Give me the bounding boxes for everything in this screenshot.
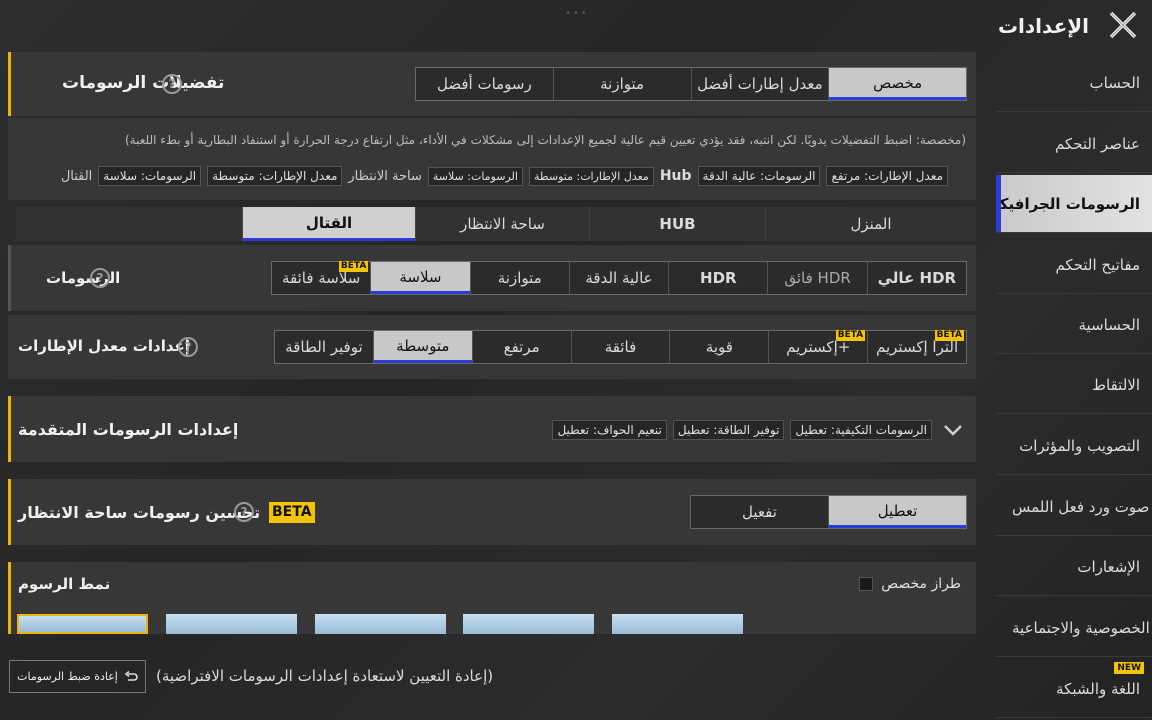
advanced-tag: الرسومات التكيفية: تعطيل xyxy=(790,420,932,440)
summary-combat-graphics: الرسومات: سلاسة xyxy=(98,166,202,186)
beta-badge: BETA xyxy=(934,330,964,341)
beta-badge: BETA xyxy=(269,502,315,523)
fps-option-ultra[interactable]: فائقة xyxy=(570,331,670,363)
sidebar-item-label: التصويب والمؤثرات xyxy=(1019,436,1140,455)
quality-option-hdr-ultra[interactable]: فائق HDR xyxy=(767,262,867,294)
tab-home[interactable]: المنزل xyxy=(765,207,976,241)
sidebar-item-label: مفاتيح التحكم xyxy=(1055,255,1140,274)
frame-rate-label: إعدادات معدل الإطارات xyxy=(18,337,190,355)
lobby-enhance-toggle: تعطيل تفعيل xyxy=(690,495,967,529)
custom-style-toggle[interactable]: طراز مخصص xyxy=(859,576,961,592)
help-icon[interactable]: ? xyxy=(90,268,110,288)
sidebar: الحساب عناصر التحكم الرسومات الجرافيكية … xyxy=(996,54,1152,720)
quality-option-extra-smooth[interactable]: BETA سلاسة فائقة xyxy=(272,261,371,294)
summary-lobby-fps: معدل الإطارات: متوسطة xyxy=(528,166,654,186)
summary-combat-fps: معدل الإطارات: متوسطة xyxy=(207,166,343,186)
custom-style-label: طراز مخصص xyxy=(881,576,961,592)
reset-graphics-button[interactable]: إعادة ضبط الرسومات xyxy=(9,660,146,693)
mode-tabs: المنزل HUB ساحة الانتظار القتال xyxy=(16,207,976,241)
style-thumbnail[interactable] xyxy=(315,614,446,634)
sidebar-item-label: الإشعارات xyxy=(1077,557,1140,576)
sidebar-item-label: الحساب xyxy=(1089,73,1141,92)
chevron-down-icon xyxy=(944,425,962,436)
style-thumbnail[interactable] xyxy=(612,614,743,634)
sidebar-item-language-network[interactable]: NEW اللغة والشبكة xyxy=(996,660,1152,718)
style-thumbnail[interactable] xyxy=(463,614,594,634)
graphics-style-title: نمط الرسوم xyxy=(18,575,111,593)
sidebar-item-sensitivity[interactable]: الحساسية xyxy=(996,296,1152,354)
summary-hub-graphics: الرسومات: عالية الدقة xyxy=(697,166,821,186)
close-icon xyxy=(1109,11,1137,39)
fps-option-high[interactable]: مرتفع xyxy=(471,331,571,363)
undo-icon xyxy=(124,670,138,681)
custom-note: (مخصصة: اضبط التفضيلات يدويًا. لكن انتبه… xyxy=(124,133,966,147)
sidebar-item-pickup[interactable]: الالتقاط xyxy=(996,356,1152,414)
preset-summary: معدل الإطارات: مرتفع الرسومات: عالية الد… xyxy=(16,164,948,188)
drag-handle[interactable]: ••• xyxy=(565,8,589,19)
tab-combat[interactable]: القتال xyxy=(242,207,415,241)
beta-badge: BETA xyxy=(835,330,866,341)
reset-note: (إعادة التعيين لاستعادة إعدادات الرسومات… xyxy=(156,667,494,685)
lobby-enhance-on[interactable]: تفعيل xyxy=(691,496,828,528)
sidebar-item-notifications[interactable]: الإشعارات xyxy=(996,538,1152,596)
sidebar-item-account[interactable]: الحساب xyxy=(996,54,1152,112)
summary-hub-fps: معدل الإطارات: مرتفع xyxy=(826,166,948,186)
graphics-preference-selector: مخصص معدل إطارات أفضل متوازنة رسومات أفض… xyxy=(415,67,967,101)
pref-option-balanced[interactable]: متوازنة xyxy=(552,68,691,100)
sidebar-item-controls[interactable]: عناصر التحكم xyxy=(996,115,1152,173)
summary-combat-label: القتال xyxy=(60,168,93,184)
help-icon[interactable]: ? xyxy=(234,502,254,522)
summary-hub-label: Hub xyxy=(659,168,692,184)
fps-option-ultra-extreme[interactable]: BETA ألترا إكستريم xyxy=(867,330,966,363)
sidebar-item-label: الحساسية xyxy=(1078,315,1140,334)
advanced-graphics-title: إعدادات الرسومات المتقدمة xyxy=(18,420,239,439)
lobby-enhance-title: تحسين رسومات ساحة الانتظار xyxy=(18,503,261,522)
reset-label: إعادة ضبط الرسومات xyxy=(17,670,118,683)
fps-option-strong[interactable]: قوية xyxy=(669,331,769,363)
pref-option-custom[interactable]: مخصص xyxy=(828,68,966,100)
sidebar-item-graphics[interactable]: الرسومات الجرافيكية xyxy=(996,175,1152,233)
fps-option-power-saving[interactable]: توفير الطاقة xyxy=(274,331,373,363)
help-icon[interactable]: ? xyxy=(178,337,198,357)
close-button[interactable] xyxy=(1106,8,1140,42)
sidebar-item-label: اللغة والشبكة xyxy=(1056,679,1140,698)
lobby-enhance-off[interactable]: تعطيل xyxy=(828,496,966,528)
fps-option-medium[interactable]: متوسطة xyxy=(372,331,472,363)
sidebar-item-label: الخصوصية والاجتماعية xyxy=(1012,618,1150,637)
pref-option-better-graphics[interactable]: رسومات أفضل xyxy=(416,68,553,100)
advanced-summary-tags: الرسومات التكيفية: تعطيل توفير الطاقة: ت… xyxy=(520,418,932,442)
sidebar-item-label: الرسومات الجرافيكية xyxy=(996,194,1140,213)
summary-lobby-label: ساحة الانتظار xyxy=(348,168,422,184)
graphics-quality-selector: عالي HDR فائق HDR HDR عالية الدقة متوازن… xyxy=(271,261,967,295)
sidebar-item-aim-effects[interactable]: التصويب والمؤثرات xyxy=(996,417,1152,475)
frame-rate-selector: BETA ألترا إكستريم BETA إكستريم+ قوية فا… xyxy=(274,330,967,364)
sidebar-item-label: صوت ورد فعل اللمس xyxy=(1012,497,1150,516)
expand-button[interactable] xyxy=(942,420,964,440)
style-thumbnail[interactable] xyxy=(166,614,297,634)
quality-option-balanced[interactable]: متوازنة xyxy=(469,262,569,294)
graphics-preferences-title: تفضيلات الرسومات xyxy=(62,73,225,93)
sidebar-item-label: عناصر التحكم xyxy=(1054,134,1140,153)
quality-option-hdr[interactable]: HDR xyxy=(668,262,768,294)
quality-option-hd[interactable]: عالية الدقة xyxy=(568,262,669,294)
tab-lobby[interactable]: ساحة الانتظار xyxy=(415,207,589,241)
beta-badge: BETA xyxy=(338,261,369,272)
fps-option-extreme-plus[interactable]: BETA إكستريم+ xyxy=(768,330,868,363)
quality-option-hdr-high[interactable]: عالي HDR xyxy=(866,262,966,294)
tab-hub[interactable]: HUB xyxy=(589,207,765,241)
page-title: الإعدادات xyxy=(997,14,1089,38)
help-icon[interactable]: ? xyxy=(162,74,182,94)
pref-option-better-fps[interactable]: معدل إطارات أفضل xyxy=(690,68,829,100)
custom-style-checkbox[interactable] xyxy=(859,577,874,591)
summary-lobby-graphics: الرسومات: سلاسة xyxy=(427,166,523,186)
sidebar-item-audio-haptics[interactable]: صوت ورد فعل اللمس xyxy=(996,478,1152,536)
style-thumbnail[interactable] xyxy=(17,614,148,634)
sidebar-item-control-keys[interactable]: مفاتيح التحكم xyxy=(996,236,1152,294)
sidebar-item-privacy-social[interactable]: الخصوصية والاجتماعية xyxy=(996,599,1152,657)
sidebar-item-label: الالتقاط xyxy=(1092,375,1140,394)
new-badge: NEW xyxy=(1114,662,1144,674)
advanced-tag: توفير الطاقة: تعطيل xyxy=(672,420,785,440)
quality-option-smooth[interactable]: سلاسة xyxy=(370,262,470,294)
advanced-tag: تنعيم الحواف: تعطيل xyxy=(552,420,667,440)
